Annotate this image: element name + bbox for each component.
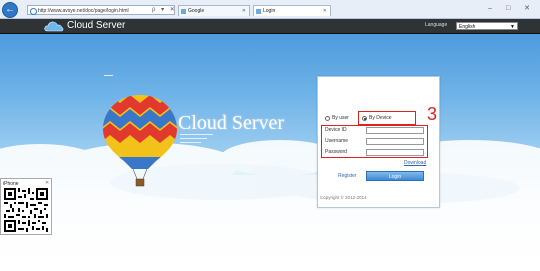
password-label: Password (325, 149, 347, 155)
device-id-label: Device ID (325, 127, 347, 133)
language-value: English (459, 24, 476, 30)
login-button[interactable]: Login (366, 171, 424, 181)
download-link[interactable]: Download (404, 160, 426, 166)
ie-icon (30, 8, 37, 15)
tab-label: Login (263, 8, 276, 14)
username-input[interactable] (366, 138, 424, 145)
qr-panel-label: iPhone (3, 181, 19, 187)
app-title: Cloud Server (67, 20, 126, 31)
language-select[interactable]: English ▼ (456, 22, 518, 30)
register-link[interactable]: Register (338, 173, 357, 179)
cloud-icon (44, 21, 64, 32)
close-tab-icon[interactable]: ✕ (242, 6, 246, 17)
tab-login[interactable]: Login ✕ (253, 5, 331, 16)
language-label: Language (425, 22, 448, 28)
password-input[interactable] (366, 149, 424, 156)
device-id-input[interactable] (366, 127, 424, 134)
address-url: http://www.avsye.net/doc/page/login.html (38, 8, 129, 14)
hot-air-balloon-icon (103, 95, 177, 187)
tab-label: Google (188, 8, 205, 14)
by-user-label: By user (332, 115, 349, 121)
highlight-box (358, 111, 416, 125)
username-label: Username (325, 138, 349, 144)
qr-code-icon (4, 188, 48, 232)
background-text: ▬▬▬ (104, 73, 113, 77)
close-tab-icon[interactable]: ✕ (323, 6, 327, 17)
annotation-number: 3 (427, 104, 438, 124)
google-favicon-icon (181, 9, 186, 14)
hero-subtext: ▬▬▬▬▬▬▬▬▬▬▬ ▬▬▬▬▬▬▬▬▬ ▬▬▬▬▬▬▬ (180, 132, 213, 144)
copyright-text: Copyright © 2012-2014 (320, 195, 367, 200)
close-icon[interactable]: ✕ (45, 180, 49, 186)
clouds-decoration (0, 140, 540, 271)
page-favicon-icon (256, 9, 261, 14)
back-arrow-icon[interactable]: ← (2, 2, 18, 18)
chevron-down-icon: ▼ (510, 24, 515, 30)
window-controls[interactable]: – □ ✕ (488, 4, 536, 12)
tab-google[interactable]: Google ✕ (178, 5, 250, 16)
by-user-radio[interactable] (325, 116, 330, 121)
